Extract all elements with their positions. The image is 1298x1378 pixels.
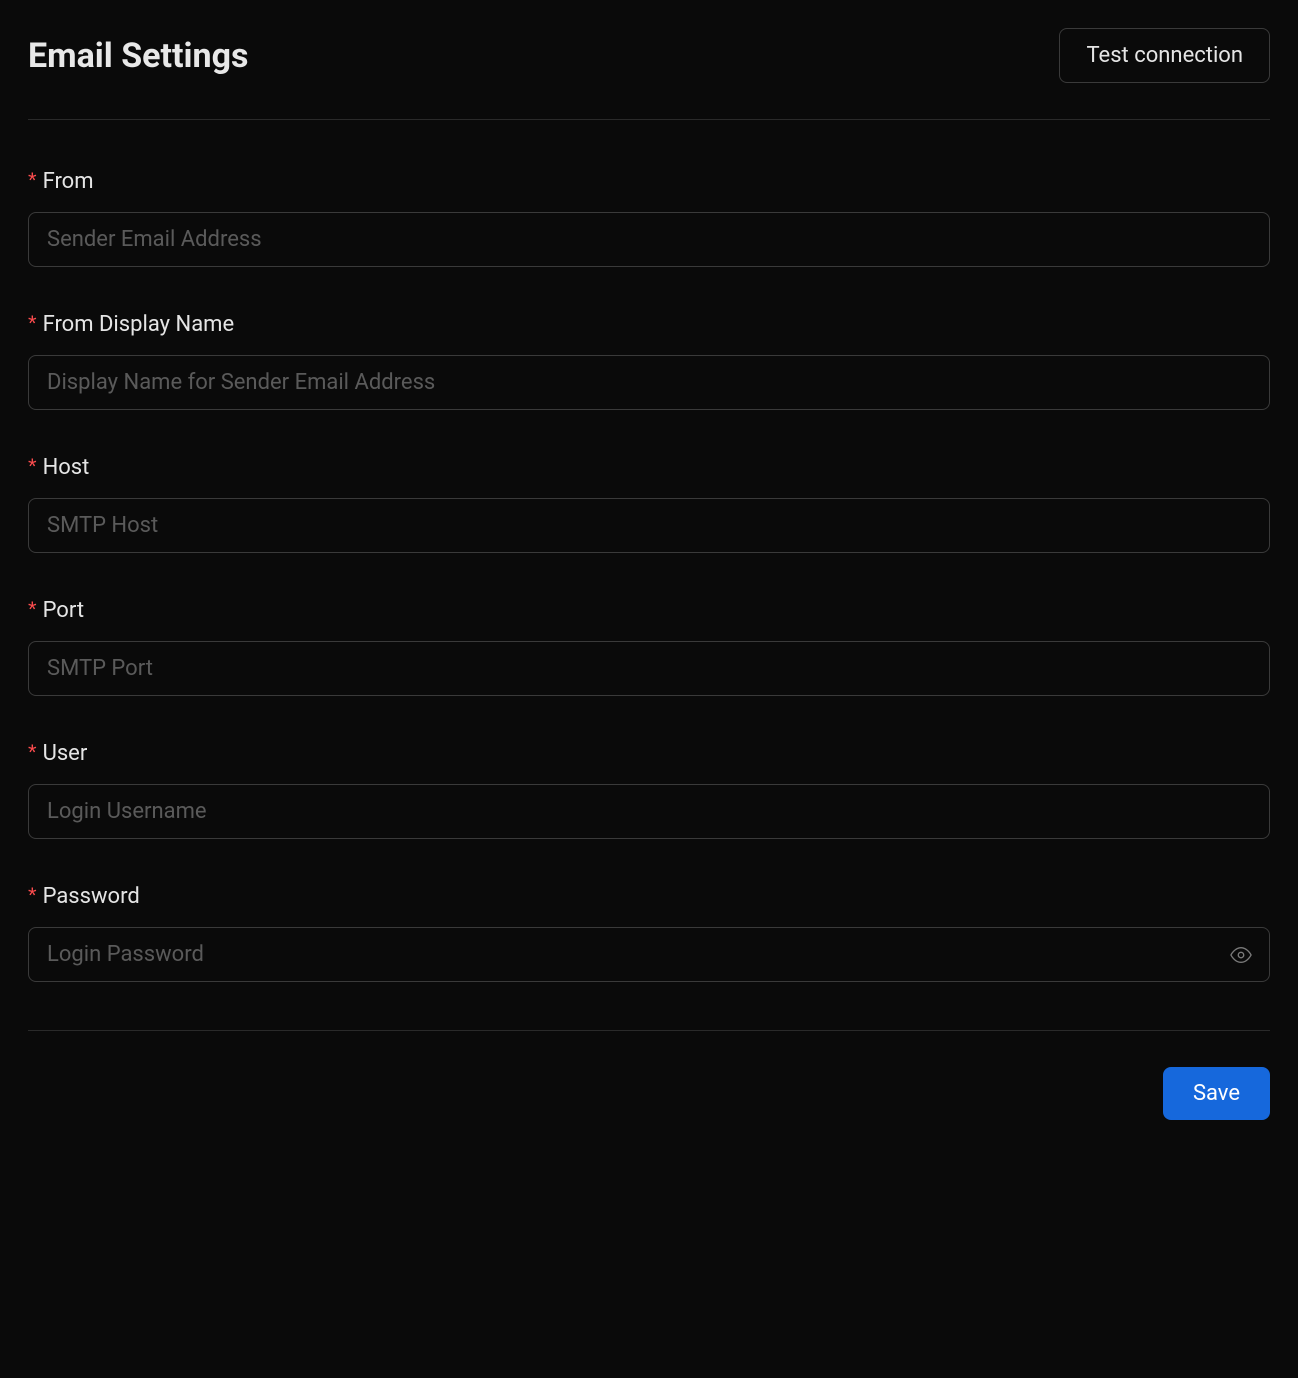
password-field-group: *Password <box>28 883 1270 982</box>
user-field-group: *User <box>28 740 1270 839</box>
from-field-group: *From <box>28 168 1270 267</box>
save-button[interactable]: Save <box>1163 1067 1270 1120</box>
port-label-text: Port <box>43 598 84 623</box>
password-label-text: Password <box>43 884 140 909</box>
user-label-text: User <box>43 741 88 766</box>
from-display-name-field-group: *From Display Name <box>28 311 1270 410</box>
from-label: *From <box>28 168 1270 194</box>
port-input[interactable] <box>28 641 1270 696</box>
port-field-group: *Port <box>28 597 1270 696</box>
required-mark: * <box>28 597 37 622</box>
required-mark: * <box>28 168 37 193</box>
email-settings-form: *From *From Display Name *Host *Port *Us… <box>28 120 1270 1030</box>
from-display-name-input[interactable] <box>28 355 1270 410</box>
user-input[interactable] <box>28 784 1270 839</box>
port-label: *Port <box>28 597 1270 623</box>
page-header: Email Settings Test connection <box>28 28 1270 83</box>
host-field-group: *Host <box>28 454 1270 553</box>
required-mark: * <box>28 740 37 765</box>
test-connection-button[interactable]: Test connection <box>1059 28 1270 83</box>
from-input[interactable] <box>28 212 1270 267</box>
required-mark: * <box>28 311 37 336</box>
from-label-text: From <box>43 169 94 194</box>
required-mark: * <box>28 883 37 908</box>
user-label: *User <box>28 740 1270 766</box>
form-footer: Save <box>28 1031 1270 1120</box>
password-label: *Password <box>28 883 1270 909</box>
host-input[interactable] <box>28 498 1270 553</box>
eye-icon[interactable] <box>1230 944 1252 966</box>
host-label: *Host <box>28 454 1270 480</box>
from-display-name-label: *From Display Name <box>28 311 1270 337</box>
required-mark: * <box>28 454 37 479</box>
page-title: Email Settings <box>28 36 248 76</box>
from-display-name-label-text: From Display Name <box>43 312 235 337</box>
host-label-text: Host <box>43 455 90 480</box>
password-input-wrapper <box>28 927 1270 982</box>
password-input[interactable] <box>28 927 1270 982</box>
